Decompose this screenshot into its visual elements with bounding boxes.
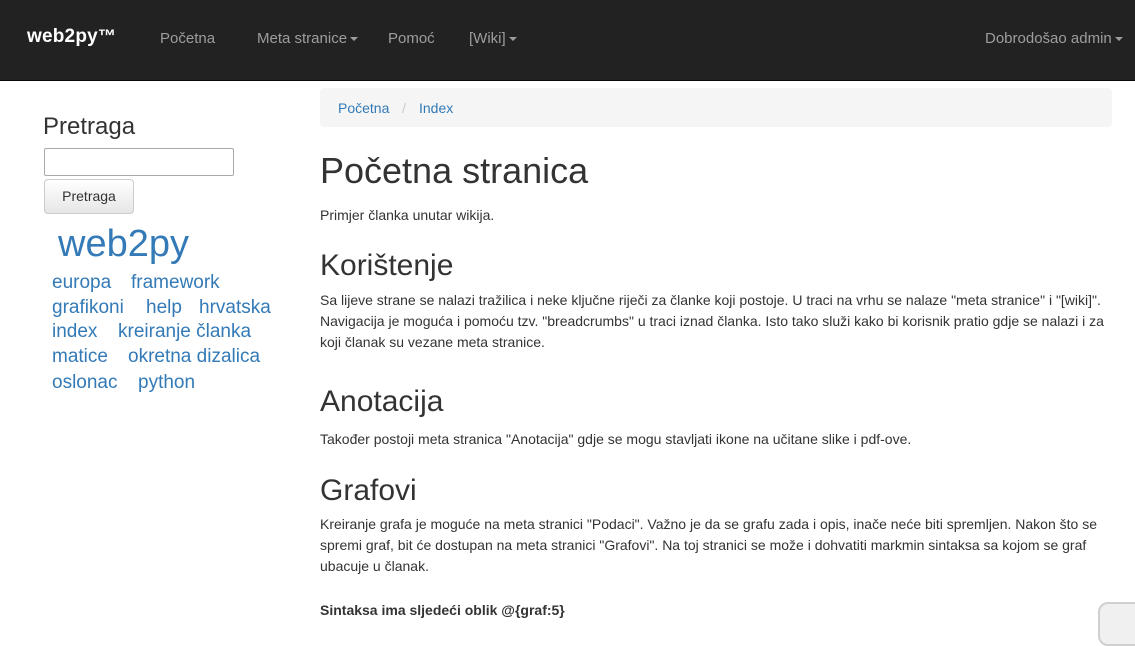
search-button[interactable]: Pretraga [44, 179, 134, 214]
brand-trademark: ™ [97, 26, 117, 46]
tag-link[interactable]: europa [52, 272, 111, 294]
syntax-note: Sintaksa ima sljedeći oblik @{graf:5} [320, 602, 565, 618]
brand-name: web2py [27, 26, 98, 47]
caret-down-icon [350, 37, 359, 42]
tag-link[interactable]: grafikoni [52, 297, 124, 319]
nav-item-label: Početna [160, 30, 216, 47]
tag-link[interactable]: okretna dizalica [128, 346, 260, 368]
breadcrumb-link-index[interactable]: Index [419, 100, 453, 116]
article-intro: Primjer članka unutar wikija. [320, 207, 495, 223]
caret-down-icon [508, 37, 517, 42]
navbar: web2py™ Početna Meta stranice Pomoć [Wik… [0, 0, 1135, 81]
tag-link[interactable]: matice [52, 346, 108, 368]
user-menu[interactable]: Dobrodošao admin [985, 30, 1123, 47]
tag-link[interactable]: framework [131, 272, 220, 294]
search-input[interactable] [44, 148, 234, 176]
tag-link[interactable]: help [146, 297, 182, 319]
nav-item-pomoc[interactable]: Pomoć [388, 30, 435, 47]
sidebar-title: Pretraga [43, 113, 136, 140]
breadcrumb-link-pocetna[interactable]: Početna [338, 100, 389, 116]
nav-item-label: Pomoć [388, 30, 435, 47]
tag-link[interactable]: web2py [58, 223, 189, 266]
nav-item-pocetna[interactable]: Početna [160, 30, 215, 47]
tag-link[interactable]: oslonac [52, 372, 118, 394]
section-heading-grafovi: Grafovi [320, 474, 417, 507]
section-text-grafovi: Kreiranje grafa je moguće na meta strani… [320, 516, 1097, 574]
section-heading-anotacija: Anotacija [320, 385, 444, 418]
tag-link[interactable]: hrvatska [199, 297, 271, 319]
tag-link[interactable]: python [138, 372, 195, 394]
nav-item-meta-stranice[interactable]: Meta stranice [257, 30, 359, 47]
nav-item-wiki[interactable]: [Wiki] [469, 30, 517, 47]
section-heading-koristenje: Korištenje [320, 249, 454, 282]
section-text-anotacija: Također postoji meta stranica "Anotacija… [320, 431, 912, 447]
user-menu-label: Dobrodošao admin [985, 30, 1112, 47]
breadcrumb: Početna / Index [320, 88, 1112, 127]
nav-item-label: Meta stranice [257, 30, 348, 47]
page-title: Početna stranica [320, 150, 589, 191]
caret-down-icon [1114, 37, 1123, 42]
section-text-koristenje: Sa lijeve strane se nalazi tražilica i n… [320, 292, 1104, 350]
nav-item-label: [Wiki] [469, 30, 506, 47]
tag-link[interactable]: index [52, 321, 97, 343]
scroll-to-top-widget[interactable] [1098, 602, 1135, 646]
breadcrumb-separator: / [402, 100, 406, 116]
tag-link[interactable]: kreiranje članka [118, 321, 251, 343]
brand-logo[interactable]: web2py™ [27, 26, 116, 48]
